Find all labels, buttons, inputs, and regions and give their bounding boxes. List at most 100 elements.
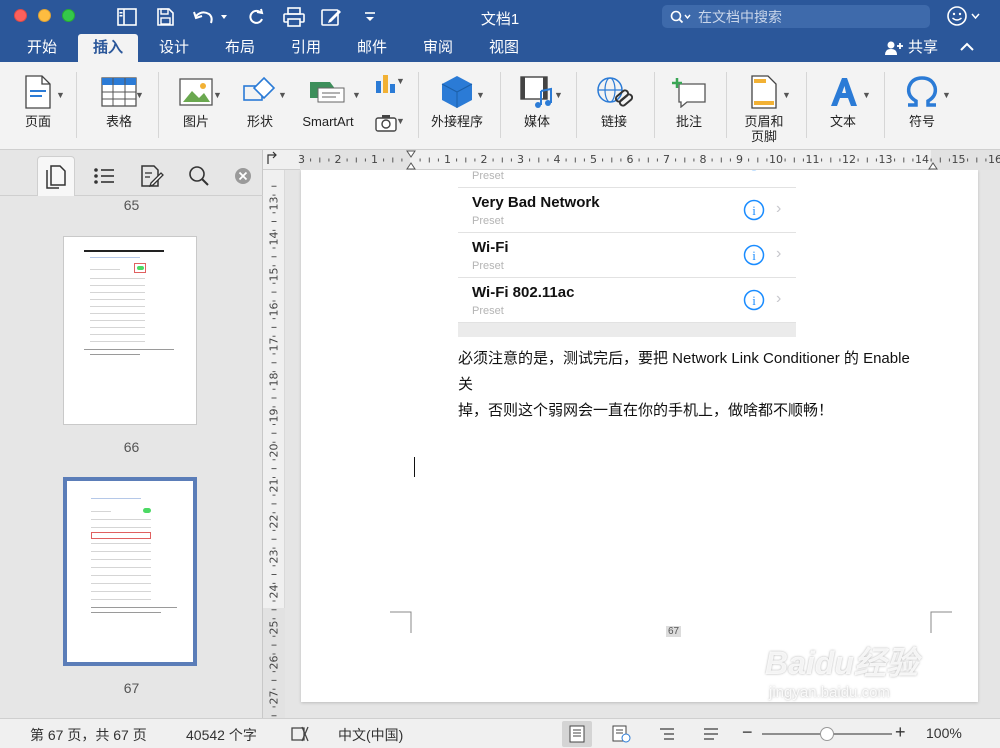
ruler-label: 12 (842, 153, 856, 166)
page-thumbnail-67[interactable] (63, 477, 197, 666)
header-footer-button[interactable]: 页眉和 页脚 ▼ (732, 70, 796, 146)
ruler-label: 13 (267, 196, 281, 211)
comment-button[interactable]: 批注 (660, 70, 718, 146)
proofing-icon (291, 726, 309, 742)
tab-design[interactable]: 设计 (146, 34, 202, 62)
body-paragraph[interactable]: 必须注意的是，测试完后，要把 Network Link Conditioner … (458, 346, 928, 424)
title-bar: 文档1 (0, 0, 1000, 34)
sidebar-toggle-icon[interactable] (114, 4, 140, 30)
edit-tab[interactable] (133, 156, 171, 196)
list-item: Wi-Fi 802.11ac Preset i › (458, 278, 796, 323)
chart-button[interactable]: ▼ (364, 68, 408, 98)
draft-view-button[interactable] (696, 721, 726, 747)
ruler-label: 13 (878, 153, 893, 166)
ruler-label: 10 (769, 153, 783, 166)
ruler-label: 24 (267, 584, 281, 599)
minimize-window-button[interactable] (38, 9, 51, 22)
media-icon (520, 76, 552, 108)
ruler-label: 19 (267, 408, 281, 423)
chevron-right-icon: › (776, 245, 782, 262)
document-area[interactable]: Preset Very Bad Network Preset i › Wi-Fi… (285, 170, 1000, 718)
draft-view-icon (704, 728, 718, 740)
screenshot-button[interactable]: ▼ (364, 108, 408, 138)
search-tab[interactable] (180, 156, 218, 196)
shapes-icon (243, 76, 276, 101)
ruler-label: 7 (663, 153, 670, 166)
chevron-down-icon: ▼ (213, 90, 222, 100)
search-input[interactable] (698, 8, 918, 25)
proofing-status[interactable] (290, 725, 310, 746)
svg-text:i: i (752, 248, 756, 263)
tab-home[interactable]: 开始 (14, 34, 70, 62)
zoom-level[interactable]: 100% (926, 725, 962, 741)
outline-tab[interactable] (85, 156, 123, 196)
tab-review[interactable]: 审阅 (410, 34, 466, 62)
print-layout-view-button[interactable] (562, 721, 592, 747)
picture-icon (179, 78, 213, 106)
ruler-label: 8 (699, 153, 707, 166)
document-edit-icon (141, 165, 164, 188)
media-button[interactable]: 媒体 ▼ (508, 70, 566, 146)
web-layout-view-button[interactable] (606, 721, 636, 747)
page-button[interactable]: 页面 ▼ (10, 70, 66, 146)
page-number-label: 65 (123, 197, 140, 213)
ribbon-insert: 页面 ▼ 表格 ▼ 图片 ▼ 形状 ▼ SmartArt ▼ ▼ ▼ 外接程序 … (0, 62, 1000, 150)
outline-view-button[interactable] (652, 721, 682, 747)
search-box[interactable] (662, 5, 930, 28)
info-icon: i (743, 199, 765, 221)
zoom-slider-handle[interactable] (820, 727, 834, 741)
share-button[interactable]: 共享 (884, 34, 938, 62)
vertical-ruler[interactable]: 13 14 15 16 17 18 19 20 21 22 23 24 25 26 27 (263, 170, 285, 718)
document-page[interactable]: Preset Very Bad Network Preset i › Wi-Fi… (301, 170, 978, 702)
page-count-status[interactable]: 第 67 页，共 67 页 (30, 725, 147, 745)
edit-document-icon[interactable] (318, 4, 346, 30)
tab-layout[interactable]: 布局 (212, 34, 268, 62)
ruler-label: 3 (517, 153, 524, 166)
text-button[interactable]: 文本 ▼ (814, 70, 872, 146)
collapse-ribbon-button[interactable] (958, 40, 976, 57)
tab-mailings[interactable]: 邮件 (344, 34, 400, 62)
page-thumbnail-66[interactable] (63, 236, 197, 425)
shapes-button[interactable]: 形状 ▼ (232, 70, 288, 146)
chevron-up-icon (960, 42, 974, 51)
crop-mark (390, 611, 412, 633)
symbol-button[interactable]: 符号 ▼ (892, 70, 952, 146)
tab-references[interactable]: 引用 (278, 34, 334, 62)
thumbnails-tab[interactable] (37, 156, 75, 196)
addins-button[interactable]: 外接程序 ▼ (424, 70, 490, 146)
smartart-button[interactable]: SmartArt ▼ (292, 70, 364, 146)
feedback-smiley-button[interactable] (946, 5, 986, 30)
ruler-label: 2 (334, 153, 342, 166)
horizontal-ruler[interactable]: 3 2 1 1 2 3 4 5 6 7 8 9 10 11 12 13 14 15 16 (263, 150, 1000, 170)
info-icon: i (743, 289, 765, 311)
zoom-in-button[interactable]: + (895, 722, 906, 743)
chevron-down-icon: ▼ (352, 90, 361, 100)
ruler-label: 20 (267, 443, 281, 458)
print-icon[interactable] (280, 4, 308, 30)
ruler-label: 22 (267, 514, 281, 529)
close-window-button[interactable] (14, 9, 27, 22)
language-status[interactable]: 中文(中国) (338, 725, 403, 745)
picture-button[interactable]: 图片 ▼ (168, 70, 224, 146)
print-layout-icon (569, 725, 585, 743)
redo-icon[interactable] (244, 4, 268, 30)
link-icon (597, 77, 633, 107)
ruler-label: 9 (736, 153, 743, 166)
tab-insert[interactable]: 插入 (78, 34, 138, 62)
list-item: Wi-Fi Preset i › (458, 233, 796, 278)
page-number-label: 67 (123, 680, 140, 696)
close-pane-button[interactable] (226, 156, 260, 196)
footer-page-number: 67 (666, 626, 682, 637)
table-button[interactable]: 表格 ▼ (90, 70, 148, 146)
word-count-status[interactable]: 40542 个字 (186, 725, 257, 745)
zoom-out-button[interactable]: − (742, 722, 753, 743)
navigation-pane: 65 66 67 (0, 150, 263, 718)
maximize-window-button[interactable] (62, 9, 75, 22)
tab-view[interactable]: 视图 (476, 34, 532, 62)
undo-icon[interactable] (190, 4, 230, 30)
add-person-icon (885, 41, 903, 55)
customize-toolbar-icon[interactable] (360, 4, 380, 30)
link-button[interactable]: 链接 (584, 70, 644, 146)
table-icon (101, 77, 137, 107)
save-icon[interactable] (152, 4, 178, 30)
